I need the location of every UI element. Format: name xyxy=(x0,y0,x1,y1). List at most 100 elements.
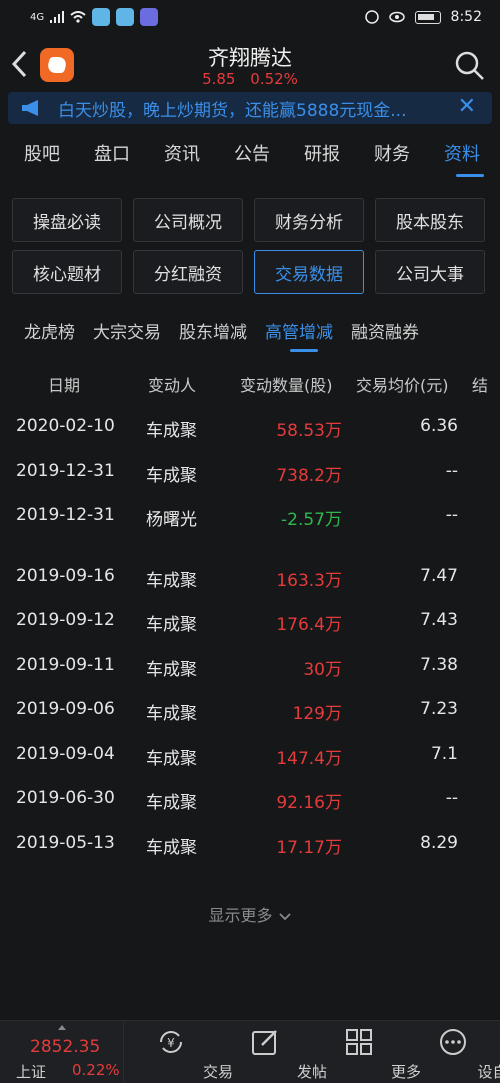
index-name: 上证 xyxy=(16,1063,47,1081)
battery-icon xyxy=(414,10,441,24)
table-row[interactable]: 2019-09-04 车成聚 147.4万 7.1 xyxy=(0,732,500,777)
wifi-icon xyxy=(70,11,86,23)
financial-analysis-button[interactable]: 财务分析 xyxy=(254,198,364,242)
main-tabs: 股吧 盘口 资讯 公告 研报 财务 资料 xyxy=(0,140,500,182)
cell-person: 杨曙光 xyxy=(146,510,197,530)
cell-qty: 30万 xyxy=(303,659,342,680)
tab-research[interactable]: 研报 xyxy=(280,140,350,182)
cell-qty: 147.4万 xyxy=(276,748,342,769)
app-notification-icon xyxy=(92,8,111,26)
tab-shareholder-changes[interactable]: 股东增减 xyxy=(179,318,247,358)
cell-person: 车成聚 xyxy=(146,570,197,591)
caret-up-icon xyxy=(58,1025,66,1030)
table-row[interactable]: 2019-09-11 车成聚 30万 7.38 xyxy=(0,643,500,688)
column-header-price: 交易均价(元) xyxy=(356,376,449,395)
cell-person: 车成聚 xyxy=(146,793,197,813)
cell-price: 7.43 xyxy=(420,610,458,630)
clock: 8:52 xyxy=(450,9,482,25)
trading-data-button[interactable]: 交易数据 xyxy=(254,250,364,294)
cell-qty: 738.2万 xyxy=(276,465,342,486)
table-row[interactable]: 2019-12-31 杨曙光 -2.57万 -- xyxy=(0,493,500,538)
cell-date: 2019-09-16 xyxy=(16,565,115,586)
executive-changes-table: 2020-02-10 车成聚 58.53万 6.36 2019-12-31 车成… xyxy=(0,404,500,865)
column-header-person: 变动人 xyxy=(148,376,197,395)
network-indicator: 4G xyxy=(30,11,45,23)
cell-price: 7.38 xyxy=(420,654,458,675)
stock-header: 齐翔腾达 5.85 0.52% xyxy=(0,36,500,94)
cell-price: 7.47 xyxy=(420,565,458,586)
bottom-bar: 2852.35 上证 0.22% ¥ 交易 发帖 更多 设自选 xyxy=(0,1020,500,1083)
yuan-cycle-icon: ¥ xyxy=(160,1031,182,1053)
column-header-qty: 变动数量(股) xyxy=(240,376,333,395)
must-read-button[interactable]: 操盘必读 xyxy=(12,198,122,242)
cell-price: 8.29 xyxy=(420,832,458,853)
cell-date: 2020-02-10 xyxy=(16,416,115,436)
show-more-button[interactable]: 显示更多 xyxy=(0,902,500,926)
cell-person: 车成聚 xyxy=(146,837,197,858)
table-row[interactable]: 2020-02-10 车成聚 58.53万 6.36 xyxy=(0,404,500,449)
core-themes-button[interactable]: 核心题材 xyxy=(12,250,122,294)
cell-qty: 58.53万 xyxy=(276,421,342,441)
table-row[interactable]: 2019-06-30 车成聚 92.16万 -- xyxy=(0,776,500,821)
cell-date: 2019-09-04 xyxy=(16,743,115,764)
add-watchlist-label: 设自选 xyxy=(477,1063,500,1081)
app-notification-icon xyxy=(116,8,135,26)
app-notification-icon xyxy=(140,8,159,26)
cell-date: 2019-06-30 xyxy=(16,788,115,808)
market-index[interactable]: 2852.35 上证 0.22% xyxy=(0,1021,124,1083)
chevron-down-icon xyxy=(278,912,291,920)
column-header-extra: 结 xyxy=(472,376,489,395)
status-right: 8:52 xyxy=(364,9,482,25)
tab-pankou[interactable]: 盘口 xyxy=(70,140,140,182)
cell-person: 车成聚 xyxy=(146,615,197,635)
eye-icon xyxy=(388,11,405,23)
search-icon[interactable] xyxy=(454,50,486,82)
tab-news[interactable]: 资讯 xyxy=(140,140,210,182)
table-row[interactable]: 2019-09-16 车成聚 163.3万 7.47 xyxy=(0,554,500,599)
company-events-button[interactable]: 公司大事 xyxy=(375,250,485,294)
dividends-button[interactable]: 分红融资 xyxy=(133,250,243,294)
banner-text: 白天炒股，晚上炒期货，还能赢5888元现金... xyxy=(58,100,407,121)
table-header: 日期 变动人 变动数量(股) 交易均价(元) 结 xyxy=(0,368,500,398)
tab-finance[interactable]: 财务 xyxy=(350,140,420,182)
stock-change-pct: 0.52% xyxy=(250,70,298,88)
cell-qty: -2.57万 xyxy=(281,510,342,530)
table-row[interactable]: 2019-09-12 车成聚 176.4万 7.43 xyxy=(0,598,500,643)
more-button[interactable]: 更多 xyxy=(312,1021,421,1083)
cell-qty: 17.17万 xyxy=(276,837,342,858)
more-dots-icon xyxy=(440,1029,466,1055)
stock-name: 齐翔腾达 xyxy=(208,46,292,70)
table-row[interactable]: 2019-05-13 车成聚 17.17万 8.29 xyxy=(0,821,500,866)
cell-price: -- xyxy=(445,460,458,481)
tab-dragon-tiger[interactable]: 龙虎榜 xyxy=(24,318,75,358)
tab-block-trades[interactable]: 大宗交易 xyxy=(93,318,161,358)
column-header-date: 日期 xyxy=(48,376,81,395)
cell-price: 7.23 xyxy=(420,699,458,719)
edit-icon xyxy=(252,1030,277,1055)
megaphone-icon xyxy=(22,100,38,116)
tab-executive-changes[interactable]: 高管增减 xyxy=(265,318,333,358)
company-overview-button[interactable]: 公司概况 xyxy=(133,198,243,242)
shareholders-button[interactable]: 股本股东 xyxy=(375,198,485,242)
trade-button[interactable]: ¥ 交易 xyxy=(124,1021,233,1083)
add-watchlist-button[interactable]: 设自选 xyxy=(406,1021,500,1083)
cell-date: 2019-12-31 xyxy=(16,460,115,481)
post-button[interactable]: 发帖 xyxy=(218,1021,327,1083)
status-bar: 4G 8:52 xyxy=(0,0,500,34)
close-icon[interactable]: ✕ xyxy=(458,94,476,119)
tab-guba[interactable]: 股吧 xyxy=(0,140,70,182)
index-change-pct: 0.22% xyxy=(72,1061,120,1079)
cell-person: 车成聚 xyxy=(146,704,197,724)
table-row[interactable]: 2019-12-31 车成聚 738.2万 -- xyxy=(0,449,500,494)
cell-price: -- xyxy=(445,788,458,808)
tab-margin-trading[interactable]: 融资融券 xyxy=(351,318,419,358)
profile-sections-grid: 操盘必读 公司概况 财务分析 股本股东 核心题材 分红融资 交易数据 公司大事 xyxy=(12,198,490,294)
cell-date: 2019-09-06 xyxy=(16,699,115,719)
tab-profile[interactable]: 资料 xyxy=(420,140,490,182)
cell-qty: 176.4万 xyxy=(276,615,342,635)
table-row[interactable]: 2019-09-06 车成聚 129万 7.23 xyxy=(0,687,500,732)
tab-announcements[interactable]: 公告 xyxy=(210,140,280,182)
promo-banner[interactable]: 白天炒股，晚上炒期货，还能赢5888元现金... ✕ xyxy=(8,92,492,124)
svg-text:¥: ¥ xyxy=(167,1036,175,1050)
cell-date: 2019-12-31 xyxy=(16,505,115,525)
